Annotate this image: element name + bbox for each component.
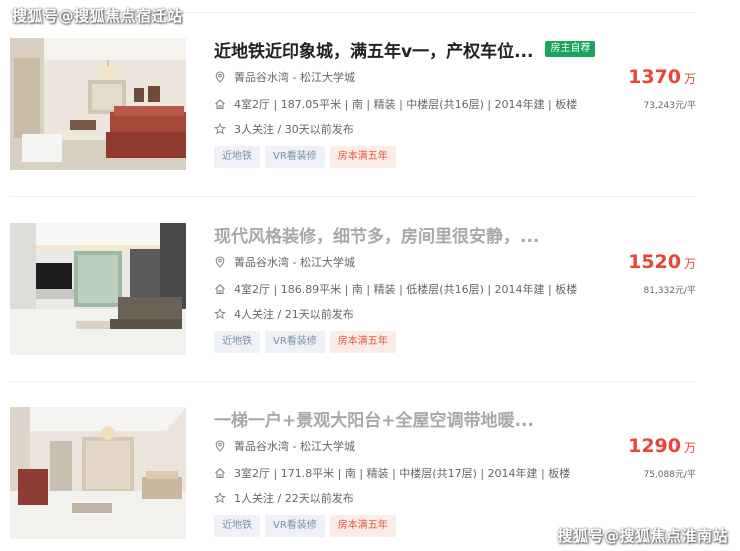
star-icon [214, 123, 226, 135]
listing-card[interactable]: 近地铁近印象城，满五年v一，产权车位... 房主自荐 菁品谷水湾 - 松江大学城… [10, 38, 696, 173]
location-text[interactable]: 菁品谷水湾 - 松江大学城 [234, 438, 355, 454]
tag-near-subway: 近地铁 [214, 331, 260, 353]
price-unit: 万 [683, 72, 696, 86]
price-value: 1290 [628, 435, 681, 457]
followers-row: 1人关注 / 22天以前发布 [214, 490, 354, 506]
tag-vr-decoration[interactable]: VR看装修 [265, 146, 325, 168]
listing-title[interactable]: 近地铁近印象城，满五年v一，产权车位... [214, 37, 533, 62]
tag-five-years: 房本满五年 [329, 515, 396, 537]
watermark-top: 搜狐号@搜狐焦点宿迁站 [12, 7, 183, 25]
listing-title[interactable]: 现代风格装修，细节多，房间里很安静，... [214, 222, 539, 247]
tag-five-years: 房本满五年 [329, 146, 396, 168]
location-row: 菁品谷水湾 - 松江大学城 [214, 438, 355, 454]
location-row: 菁品谷水湾 - 松江大学城 [214, 69, 355, 85]
details-text: 4室2厅 | 186.89平米 | 南 | 精装 | 低楼层(共16层) | 2… [234, 283, 578, 296]
price-unit: 万 [683, 441, 696, 455]
listing-photo[interactable] [10, 407, 186, 539]
location-pin-icon [214, 256, 226, 268]
listing-card[interactable]: 一梯一户+景观大阳台+全屋空调带地暖... 菁品谷水湾 - 松江大学城 3室2厅… [10, 407, 696, 542]
owner-recommended-badge: 房主自荐 [545, 41, 596, 57]
location-text[interactable]: 菁品谷水湾 - 松江大学城 [234, 254, 355, 270]
followers-text: 1人关注 / 22天以前发布 [234, 492, 354, 505]
location-text[interactable]: 菁品谷水湾 - 松江大学城 [234, 69, 355, 85]
total-price: 1290 万 [628, 435, 696, 457]
listing-photo[interactable] [10, 223, 186, 355]
tag-vr-decoration[interactable]: VR看装修 [265, 331, 325, 353]
total-price: 1520 万 [628, 251, 696, 273]
price-unit: 万 [683, 257, 696, 271]
tag-near-subway: 近地铁 [214, 146, 260, 168]
details-row: 4室2厅 | 186.89平米 | 南 | 精装 | 低楼层(共16层) | 2… [214, 281, 577, 297]
star-icon [214, 308, 226, 320]
location-row: 菁品谷水湾 - 松江大学城 [214, 254, 355, 270]
location-pin-icon [214, 71, 226, 83]
location-pin-icon [214, 440, 226, 452]
price-value: 1520 [628, 251, 681, 273]
total-price: 1370 万 [628, 66, 696, 88]
followers-row: 4人关注 / 21天以前发布 [214, 306, 354, 322]
unit-price: 75,088元/平 [643, 470, 696, 480]
star-icon [214, 492, 226, 504]
tag-near-subway: 近地铁 [214, 515, 260, 537]
house-icon [214, 98, 226, 110]
details-text: 3室2厅 | 171.8平米 | 南 | 精装 | 中楼层(共17层) | 20… [234, 467, 571, 480]
unit-price: 73,243元/平 [643, 101, 696, 111]
listing-divider [10, 381, 696, 382]
price-value: 1370 [628, 66, 681, 88]
details-row: 4室2厅 | 187.05平米 | 南 | 精装 | 中楼层(共16层) | 2… [214, 96, 577, 112]
followers-text: 3人关注 / 30天以前发布 [234, 123, 354, 136]
tag-five-years: 房本满五年 [329, 331, 396, 353]
house-icon [214, 283, 226, 295]
listing-info: 近地铁近印象城，满五年v一，产权车位... 房主自荐 菁品谷水湾 - 松江大学城… [214, 38, 674, 170]
tag-vr-decoration[interactable]: VR看装修 [265, 515, 325, 537]
listing-photo[interactable] [10, 38, 186, 170]
listing-divider [10, 196, 696, 197]
listing-title[interactable]: 一梯一户+景观大阳台+全屋空调带地暖... [214, 406, 534, 431]
listing-info: 现代风格装修，细节多，房间里很安静，... 菁品谷水湾 - 松江大学城 4室2厅… [214, 223, 674, 355]
tag-list: 近地铁 VR看装修 房本满五年 [214, 331, 401, 353]
tag-list: 近地铁 VR看装修 房本满五年 [214, 515, 401, 537]
listing-card[interactable]: 现代风格装修，细节多，房间里很安静，... 菁品谷水湾 - 松江大学城 4室2厅… [10, 223, 696, 358]
living-room-photo-2 [10, 223, 186, 355]
followers-text: 4人关注 / 21天以前发布 [234, 308, 354, 321]
watermark-bottom: 搜狐号@搜狐焦点淮南站 [557, 527, 728, 545]
house-icon [214, 467, 226, 479]
details-text: 4室2厅 | 187.05平米 | 南 | 精装 | 中楼层(共16层) | 2… [234, 98, 578, 111]
listing-info: 一梯一户+景观大阳台+全屋空调带地暖... 菁品谷水湾 - 松江大学城 3室2厅… [214, 407, 674, 539]
tag-list: 近地铁 VR看装修 房本满五年 [214, 146, 401, 168]
details-row: 3室2厅 | 171.8平米 | 南 | 精装 | 中楼层(共17层) | 20… [214, 465, 570, 481]
living-room-photo-3 [10, 407, 186, 539]
living-room-photo-1 [10, 38, 186, 170]
followers-row: 3人关注 / 30天以前发布 [214, 121, 354, 137]
unit-price: 81,332元/平 [643, 286, 696, 296]
